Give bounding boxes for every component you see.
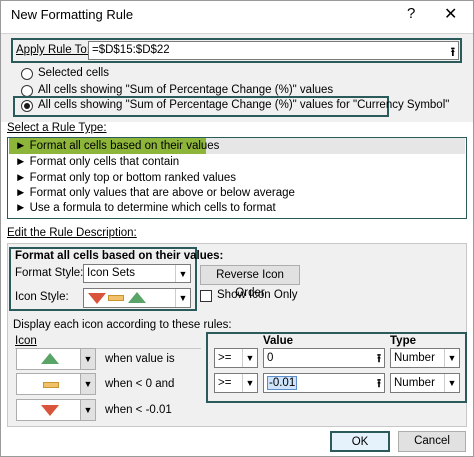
chevron-down-icon[interactable]: ▼ bbox=[175, 289, 190, 307]
icon-dropdown-row1[interactable]: ▼ bbox=[80, 348, 96, 370]
operator-dropdown-row2[interactable]: >= ▼ bbox=[214, 373, 258, 393]
chevron-down-icon[interactable]: ▼ bbox=[444, 349, 459, 367]
help-button[interactable]: ? bbox=[407, 5, 415, 22]
type-dropdown-row1[interactable]: Number ▼ bbox=[390, 348, 460, 368]
icon-picker-row2[interactable] bbox=[16, 373, 84, 395]
apply-rule-group: Apply Rule To: =$D$15:$D$22 ⭱ bbox=[11, 38, 462, 63]
chevron-down-icon[interactable]: ▼ bbox=[444, 374, 459, 392]
rule-type-item-above-below-average[interactable]: ► Format only values that are above or b… bbox=[9, 185, 463, 201]
scope-radio-currency-symbol[interactable] bbox=[21, 100, 33, 112]
icon-rule-text-row1: when value is bbox=[105, 353, 175, 365]
scope-radio-selected-cells[interactable] bbox=[21, 68, 33, 80]
format-all-label: Format all cells based on their values: bbox=[15, 250, 224, 262]
rule-type-item-top-bottom[interactable]: ► Format only top or bottom ranked value… bbox=[9, 170, 463, 186]
format-style-dropdown[interactable]: Icon Sets ▼ bbox=[83, 264, 191, 283]
select-cell-icon[interactable]: ⭱ bbox=[377, 376, 381, 395]
icon-rule-text-row3: when < -0.01 bbox=[105, 404, 172, 416]
show-icon-only-checkbox[interactable] bbox=[200, 290, 212, 302]
green-triangle-up-icon bbox=[128, 292, 146, 303]
icon-column-header: Icon bbox=[15, 335, 37, 347]
yellow-dash-icon bbox=[43, 382, 59, 388]
icon-dropdown-row2[interactable]: ▼ bbox=[80, 373, 96, 395]
scope-label-all-cells: All cells showing "Sum of Percentage Cha… bbox=[38, 84, 334, 96]
type-column-header: Type bbox=[390, 335, 416, 347]
icon-picker-row1[interactable] bbox=[16, 348, 84, 370]
yellow-dash-icon bbox=[108, 295, 124, 301]
reverse-icon-order-button[interactable]: Reverse Icon Order bbox=[200, 265, 300, 299]
icon-style-label: Icon Style: bbox=[15, 291, 69, 303]
scope-label-currency-symbol: All cells showing "Sum of Percentage Cha… bbox=[38, 99, 450, 111]
green-triangle-up-icon bbox=[41, 353, 59, 364]
new-formatting-rule-dialog: New Formatting Rule ? ✕ Apply Rule To: =… bbox=[0, 0, 474, 457]
operator-dropdown-row1[interactable]: >= ▼ bbox=[214, 348, 258, 368]
ok-button[interactable]: OK bbox=[330, 431, 390, 452]
edit-description-heading: Edit the Rule Description: bbox=[7, 227, 137, 239]
value-input-row2[interactable]: -0.01 ⭱ bbox=[263, 373, 385, 393]
scope-label-selected-cells: Selected cells bbox=[38, 67, 109, 79]
icon-picker-row3[interactable] bbox=[16, 399, 84, 421]
select-cell-icon[interactable]: ⭱ bbox=[377, 351, 381, 370]
type-dropdown-row2[interactable]: Number ▼ bbox=[390, 373, 460, 393]
red-triangle-down-icon bbox=[41, 405, 59, 416]
rule-type-item-formula[interactable]: ► Use a formula to determine which cells… bbox=[9, 200, 463, 216]
collapse-dialog-icon[interactable]: ⭱ bbox=[451, 43, 455, 64]
rule-type-item-cells-contain[interactable]: ► Format only cells that contain bbox=[9, 154, 463, 170]
value-input-row1[interactable]: 0 ⭱ bbox=[263, 348, 385, 368]
red-triangle-down-icon bbox=[88, 293, 106, 304]
show-icon-only-label: Show Icon Only bbox=[217, 289, 298, 301]
dialog-title: New Formatting Rule bbox=[11, 7, 134, 22]
apply-rule-label: Apply Rule To: bbox=[16, 44, 90, 56]
rule-type-item-all-values[interactable]: ► Format all cells based on their values bbox=[9, 138, 463, 154]
icon-style-dropdown[interactable]: ▼ bbox=[83, 288, 191, 308]
icon-rule-text-row2: when < 0 and bbox=[105, 378, 175, 390]
rule-type-heading: Select a Rule Type: bbox=[7, 122, 107, 134]
format-style-value: Icon Sets bbox=[87, 267, 135, 279]
chevron-down-icon[interactable]: ▼ bbox=[175, 265, 190, 282]
format-style-label: Format Style: bbox=[15, 267, 84, 279]
icon-dropdown-row3[interactable]: ▼ bbox=[80, 399, 96, 421]
apply-rule-value: =$D$15:$D$22 bbox=[92, 44, 170, 56]
cancel-button[interactable]: Cancel bbox=[398, 431, 466, 452]
chevron-down-icon[interactable]: ▼ bbox=[242, 374, 257, 392]
icon-rules-heading: Display each icon according to these rul… bbox=[13, 319, 232, 331]
apply-rule-label-text: Apply Rule To: bbox=[16, 44, 90, 56]
close-button[interactable]: ✕ bbox=[444, 4, 457, 24]
apply-rule-input[interactable]: =$D$15:$D$22 ⭱ bbox=[88, 41, 459, 60]
chevron-down-icon[interactable]: ▼ bbox=[242, 349, 257, 367]
value-column-header: Value bbox=[263, 335, 294, 347]
